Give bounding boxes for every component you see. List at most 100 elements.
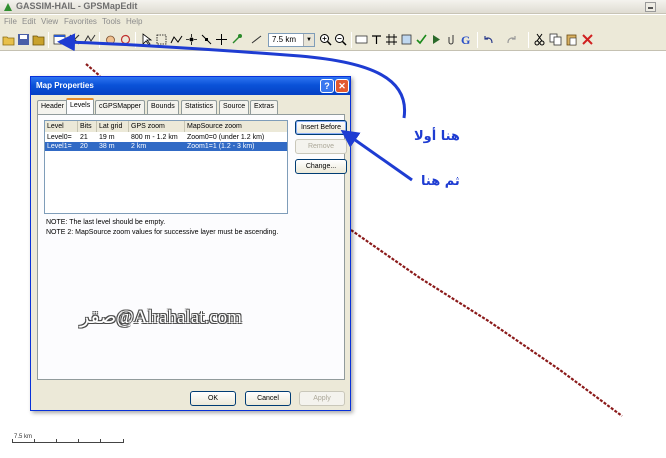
cell-mapsource-zoom: Zoom1=1 (1.2 - 3 km) xyxy=(187,143,255,150)
main-toolbar: 7.5 km ▼ G xyxy=(0,29,666,51)
menu-view[interactable]: View xyxy=(41,17,58,26)
cell-lat-grid: 19 m xyxy=(99,134,115,141)
note-text: NOTE: The last level should be empty. xyxy=(46,219,166,226)
tab-levels[interactable]: Levels xyxy=(66,98,95,115)
copy-icon[interactable] xyxy=(549,33,562,46)
remove-button[interactable]: Remove xyxy=(295,139,347,154)
verify-icon[interactable] xyxy=(415,33,428,46)
cell-bits: 20 xyxy=(80,143,88,150)
watermark: صقر@Alrahalat.com xyxy=(80,307,242,328)
window-title: GASSIM-HAIL - GPSMapEdit xyxy=(16,1,138,11)
tool-b-icon[interactable] xyxy=(430,33,443,46)
labels-icon[interactable] xyxy=(355,33,368,46)
menu-tools[interactable]: Tools xyxy=(102,17,121,26)
tab-bounds[interactable]: Bounds xyxy=(147,100,179,114)
route-icon[interactable] xyxy=(83,33,96,46)
toolbar-separator xyxy=(48,32,49,48)
table-row-selected[interactable]: Level1= 20 38 m 2 km Zoom1=1 (1.2 - 3 km… xyxy=(45,142,287,151)
tab-source[interactable]: Source xyxy=(219,100,250,114)
menu-favorites[interactable]: Favorites xyxy=(64,17,97,26)
toolbar-separator xyxy=(528,32,529,48)
paste-icon[interactable] xyxy=(565,33,578,46)
annotation-first-here: هنا أولا xyxy=(414,129,460,144)
cell-gps-zoom: 2 km xyxy=(131,143,147,150)
annotation-then-here: ثم هنا xyxy=(421,174,460,189)
dialog-title: Map Properties xyxy=(36,81,94,90)
tab-extras[interactable]: Extras xyxy=(250,100,278,114)
apply-button[interactable]: Apply xyxy=(299,391,345,406)
scale-bar: 7.5 km xyxy=(12,434,124,446)
window-titlebar: GASSIM-HAIL - GPSMapEdit xyxy=(0,0,666,14)
toolbar-separator xyxy=(477,32,478,48)
cell-gps-zoom: 800 m - 1.2 km xyxy=(131,134,178,141)
minimize-button[interactable] xyxy=(645,2,656,12)
cell-mapsource-zoom: Zoom0=0 (under 1.2 km) xyxy=(187,134,265,141)
toolbar-separator xyxy=(135,32,136,48)
scale-label: 7.5 km xyxy=(14,434,33,440)
map-properties-icon[interactable] xyxy=(53,33,66,46)
cut-icon[interactable] xyxy=(533,33,546,46)
redo-icon[interactable] xyxy=(505,33,518,46)
save-icon[interactable] xyxy=(17,33,30,46)
layers-icon[interactable] xyxy=(400,33,413,46)
toolbar-separator xyxy=(351,32,352,48)
cancel-button[interactable]: Cancel xyxy=(245,391,291,406)
close-button[interactable]: ✕ xyxy=(335,79,349,93)
attach-icon[interactable] xyxy=(445,33,458,46)
column-header[interactable]: MapSource zoom xyxy=(185,121,287,132)
levels-panel: Level Bits Lat grid GPS zoom MapSource z… xyxy=(37,114,347,380)
tab-cgpsmapper[interactable]: cGPSMapper xyxy=(95,100,146,114)
menu-help[interactable]: Help xyxy=(126,17,142,26)
svg-text:G: G xyxy=(461,33,470,46)
tab-statistics[interactable]: Statistics xyxy=(181,100,218,114)
tab-header[interactable]: Header xyxy=(37,100,68,114)
undo-icon[interactable] xyxy=(482,33,495,46)
toolbar-separator xyxy=(99,32,100,48)
select-icon[interactable] xyxy=(140,33,153,46)
menu-file[interactable]: File xyxy=(4,17,17,26)
change-button[interactable]: Change... xyxy=(295,159,347,174)
help-button[interactable]: ? xyxy=(320,79,334,93)
delete-icon[interactable] xyxy=(581,33,594,46)
zoom-out-icon[interactable] xyxy=(334,33,347,46)
hand-icon[interactable] xyxy=(104,33,117,46)
tool-icon[interactable] xyxy=(68,33,81,46)
table-header: Level Bits Lat grid GPS zoom MapSource z… xyxy=(45,121,287,132)
ok-button[interactable]: OK xyxy=(190,391,236,406)
menu-edit[interactable]: Edit xyxy=(22,17,36,26)
cell-bits: 21 xyxy=(80,134,88,141)
text-icon[interactable] xyxy=(370,33,383,46)
node-icon[interactable] xyxy=(200,33,213,46)
levels-table[interactable]: Level Bits Lat grid GPS zoom MapSource z… xyxy=(44,120,288,214)
polyline-icon[interactable] xyxy=(170,33,183,46)
column-header[interactable]: Level xyxy=(45,121,78,132)
note-text: NOTE 2: MapSource zoom values for succes… xyxy=(46,229,279,236)
grid-icon[interactable] xyxy=(385,33,398,46)
cell-level: Level0= xyxy=(47,134,72,141)
zoom-value: 7.5 km xyxy=(272,35,297,44)
dialog-titlebar: Map Properties ? ✕ xyxy=(31,77,350,95)
column-header[interactable]: Lat grid xyxy=(97,121,129,132)
point-icon[interactable] xyxy=(185,33,198,46)
open-icon[interactable] xyxy=(2,33,15,46)
zoom-select[interactable]: 7.5 km ▼ xyxy=(268,33,315,47)
column-header[interactable]: Bits xyxy=(78,121,97,132)
map-properties-dialog: Map Properties ? ✕ Header Levels cGPSMap… xyxy=(30,76,351,411)
zoom-in-icon[interactable] xyxy=(319,33,332,46)
app-icon xyxy=(4,3,12,11)
cell-level: Level1= xyxy=(47,143,72,150)
column-header[interactable]: GPS zoom xyxy=(129,121,185,132)
move-icon[interactable] xyxy=(215,33,228,46)
chevron-down-icon[interactable]: ▼ xyxy=(303,34,314,46)
dialog-tabs: Header Levels cGPSMapper Bounds Statisti… xyxy=(37,98,343,115)
waypoint-icon[interactable] xyxy=(230,33,243,46)
scale-icon[interactable] xyxy=(250,33,263,46)
insert-before-button[interactable]: Insert Before xyxy=(295,120,347,135)
folder-icon[interactable] xyxy=(32,33,45,46)
rect-select-icon[interactable] xyxy=(155,33,168,46)
table-row[interactable]: Level0= 21 19 m 800 m - 1.2 km Zoom0=0 (… xyxy=(45,133,287,142)
google-icon[interactable]: G xyxy=(460,33,473,46)
refresh-icon[interactable] xyxy=(119,33,132,46)
cell-lat-grid: 38 m xyxy=(99,143,115,150)
menu-bar: File Edit View Favorites Tools Help xyxy=(0,15,666,29)
